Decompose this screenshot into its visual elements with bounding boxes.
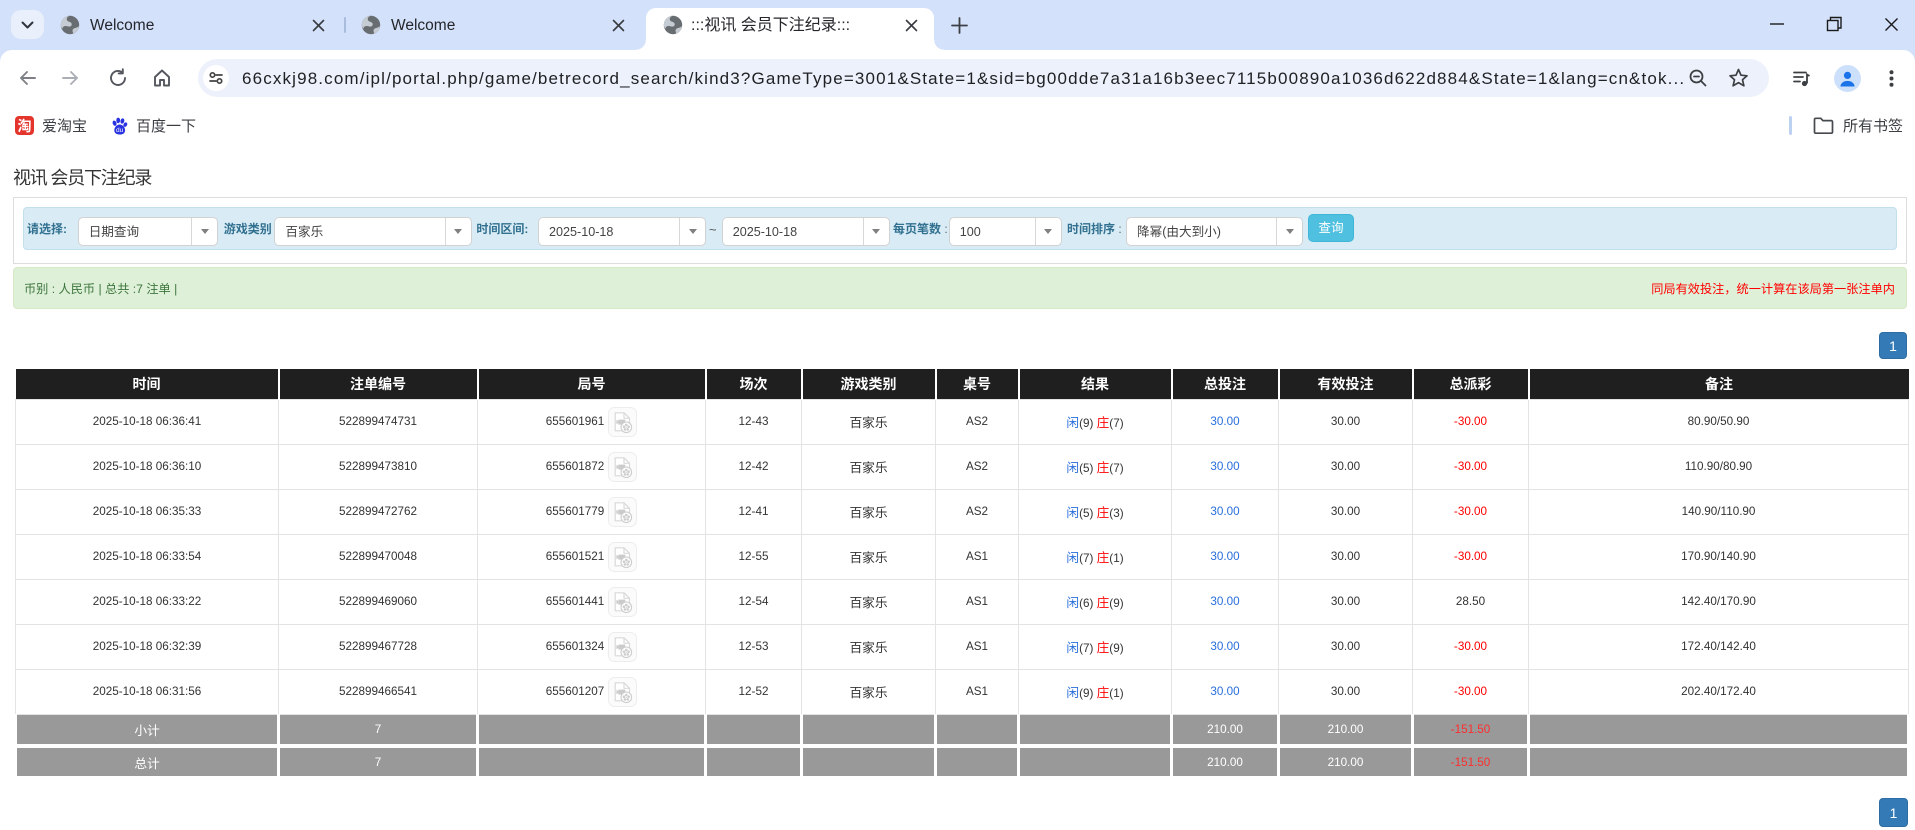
svg-text:du: du: [116, 127, 124, 134]
